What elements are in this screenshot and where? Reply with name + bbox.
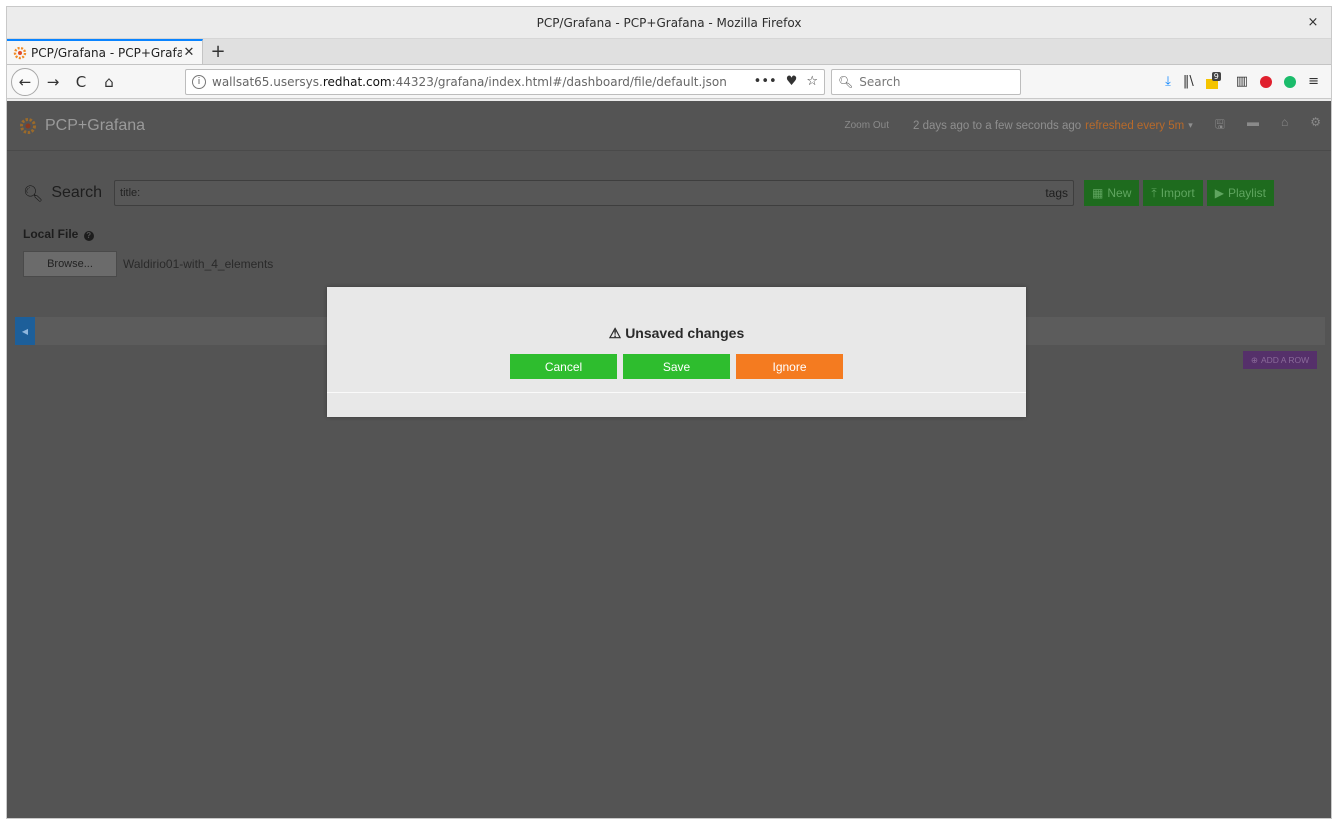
forward-button[interactable]: → [39,68,67,96]
grafana-app: PCP+Grafana Zoom Out 2 days ago to a few… [7,101,1331,818]
help-icon[interactable]: ? [83,231,94,241]
toolbar-icons: ⤓ ‖\ 9 ▥ ≡ [1165,71,1327,89]
grid-icon: ▦ [1092,186,1104,200]
import-button[interactable]: ⤒ Import [1143,180,1203,206]
title-bar: PCP/Grafana - PCP+Grafana - Mozilla Fire… [7,7,1331,39]
menu-icon[interactable]: ≡ [1308,74,1319,89]
upload-icon: ⤒ [1151,185,1157,200]
dashboard-search-row: 🔍︎ Search title: tags ▦ New ⤒ Import ▶ P… [23,179,1317,207]
tags-filter[interactable]: tags [1045,186,1068,200]
search-value: title: [120,187,141,199]
modal-footer-divider [327,392,1026,393]
search-label: Search [51,184,103,201]
ignore-button[interactable]: Ignore [736,354,843,379]
search-icon: 🔍︎ [838,74,854,89]
grafana-favicon-icon [13,46,27,59]
save-button[interactable]: Save [623,354,730,379]
library-icon[interactable]: ‖\ [1183,74,1194,89]
grafana-logo-icon[interactable] [19,117,37,135]
save-dashboard-icon[interactable]: 🖫︎ [1215,115,1225,136]
back-button[interactable]: ← [11,67,39,96]
playlist-button[interactable]: ▶ Playlist [1206,180,1274,206]
home-button[interactable]: ⌂ [95,68,123,96]
navigation-bar: ← → C ⌂ i wallsat65.usersys.redhat.com:4… [7,65,1331,99]
home-icon[interactable]: ⌂ [1281,115,1288,136]
add-row-button[interactable]: ⊕ ADD A ROW [1243,351,1317,369]
modal-buttons: Cancel Save Ignore [510,354,843,379]
grammarly-icon[interactable] [1284,75,1297,88]
zoom-out-button[interactable]: Zoom Out [845,120,889,131]
local-file-label: Local File ? [23,227,94,241]
browser-search-input[interactable]: 🔍︎ Search [831,68,1021,95]
grafana-navbar: PCP+Grafana Zoom Out 2 days ago to a few… [7,101,1331,151]
window-title: PCP/Grafana - PCP+Grafana - Mozilla Fire… [536,15,802,30]
record-extension-icon[interactable] [1260,75,1273,88]
tab-strip: PCP/Grafana - PCP+Grafa ✕ + [7,39,1331,65]
sidebar-icon[interactable]: ▥ [1236,74,1248,89]
grafana-brand[interactable]: PCP+Grafana [45,117,145,135]
reload-button[interactable]: C [67,68,95,96]
gear-icon[interactable]: ⚙︎ [1310,115,1321,136]
tab-close-icon[interactable]: ✕ [182,45,196,60]
new-tab-button[interactable]: + [203,39,233,64]
tab-pcp-grafana[interactable]: PCP/Grafana - PCP+Grafa ✕ [7,39,203,64]
tab-label: PCP/Grafana - PCP+Grafa [31,45,182,60]
pocket-icon[interactable]: ♥ [786,74,798,89]
plus-icon: ⊕ [1250,354,1258,365]
extension-badge-icon[interactable]: 9 [1205,71,1224,89]
dashboard-search-input[interactable]: title: tags [114,180,1075,206]
browser-window: PCP/Grafana - PCP+Grafana - Mozilla Fire… [6,6,1332,819]
page-actions-icon[interactable]: ••• [754,74,777,89]
site-info-icon[interactable]: i [192,74,206,89]
warning-icon: ⚠︎ [608,325,622,341]
unsaved-changes-modal: ⚠︎ Unsaved changes Cancel Save Ignore [327,287,1026,417]
download-icon[interactable]: ⤓ [1165,74,1171,89]
caret-down-icon[interactable]: ▾ [1188,120,1193,131]
row-toggle-icon[interactable]: ◀ [15,317,35,345]
url-bar[interactable]: i wallsat65.usersys.redhat.com:44323/gra… [185,68,825,95]
selected-file-name: Waldirio01-with_4_elements [123,257,274,271]
window-close-icon[interactable]: × [1305,15,1321,31]
badge-count: 9 [1211,71,1221,81]
time-range[interactable]: 2 days ago to a few seconds ago [913,120,1081,132]
search-icon: 🔍︎ [23,183,44,203]
play-icon: ▶ [1214,186,1224,200]
refresh-interval[interactable]: refreshed every 5m [1085,120,1184,132]
url-text[interactable]: wallsat65.usersys.redhat.com:44323/grafa… [212,75,754,89]
file-picker: Browse... Waldirio01-with_4_elements [23,251,273,277]
browse-button[interactable]: Browse... [23,251,117,277]
new-dashboard-button[interactable]: ▦ New [1084,180,1140,206]
modal-title: ⚠︎ Unsaved changes [608,325,745,341]
open-folder-icon[interactable]: ▬ [1247,115,1259,136]
cancel-button[interactable]: Cancel [510,354,617,379]
bookmark-star-icon[interactable]: ☆ [806,74,818,89]
